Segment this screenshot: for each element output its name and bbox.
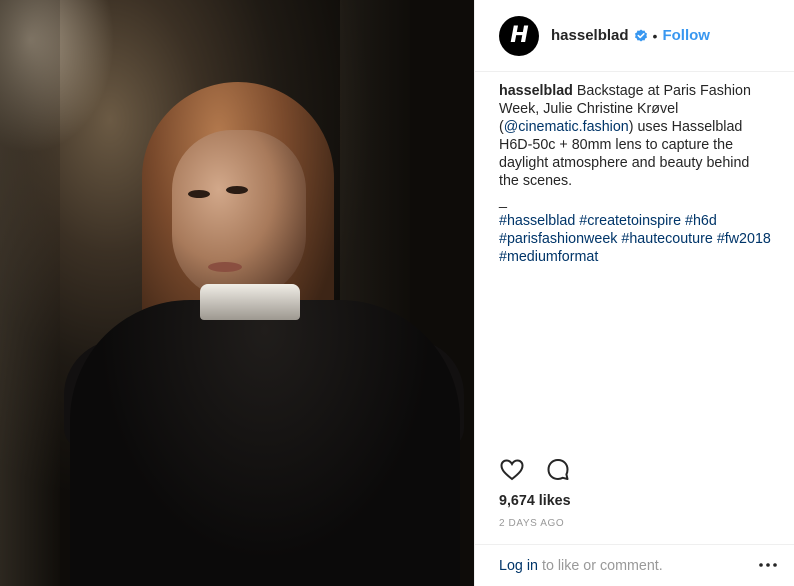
background-pillar xyxy=(0,0,60,586)
model-eye xyxy=(226,186,248,194)
comment-icon[interactable] xyxy=(545,457,571,483)
hashtag-link[interactable]: #fw2018 xyxy=(717,231,771,247)
heart-icon[interactable] xyxy=(499,457,525,483)
hashtag-link[interactable]: #hasselblad xyxy=(499,213,575,229)
hashtag-link[interactable]: #createtoinspire xyxy=(579,213,681,229)
more-options-icon[interactable] xyxy=(758,555,778,575)
separator-dot: • xyxy=(652,27,658,44)
model-dress xyxy=(70,300,460,586)
footer-prompt-text: to like or comment. xyxy=(541,557,663,574)
avatar[interactable]: H xyxy=(499,15,539,56)
hashtag-link[interactable]: #mediumformat xyxy=(499,249,598,265)
model-lips xyxy=(208,262,242,272)
model-eye xyxy=(188,190,210,198)
hashtag-link[interactable]: #hautecouture xyxy=(621,231,712,247)
caption-dash: _ xyxy=(499,193,507,209)
post-footer: Log in to like or comment. xyxy=(475,544,794,586)
login-link[interactable]: Log in xyxy=(499,558,538,574)
post-side-panel: H hasselblad • Follow hasselblad Backsta… xyxy=(474,0,794,586)
post-timestamp[interactable]: 2 DAYS AGO xyxy=(499,518,564,529)
post-header: H hasselblad • Follow xyxy=(475,0,794,72)
post-actions xyxy=(499,457,591,483)
post-photo[interactable] xyxy=(0,0,474,586)
follow-button[interactable]: Follow xyxy=(662,27,710,44)
like-count[interactable]: 9,674 likes xyxy=(499,493,571,509)
verified-badge-icon xyxy=(634,29,647,41)
hashtag-link[interactable]: #h6d xyxy=(685,213,717,229)
avatar-logo: H xyxy=(510,23,528,48)
caption-mention-link[interactable]: @cinematic.fashion xyxy=(504,119,629,135)
caption-username[interactable]: hasselblad xyxy=(499,83,573,99)
hashtag-list: #hasselblad #createtoinspire #h6d #paris… xyxy=(499,212,771,266)
username[interactable]: hasselblad xyxy=(551,27,629,44)
dress-collar xyxy=(200,284,300,320)
hashtag-link[interactable]: #parisfashionweek xyxy=(499,231,617,247)
model-face xyxy=(172,130,306,300)
post-caption: hasselblad Backstage at Paris Fashion We… xyxy=(499,82,771,266)
